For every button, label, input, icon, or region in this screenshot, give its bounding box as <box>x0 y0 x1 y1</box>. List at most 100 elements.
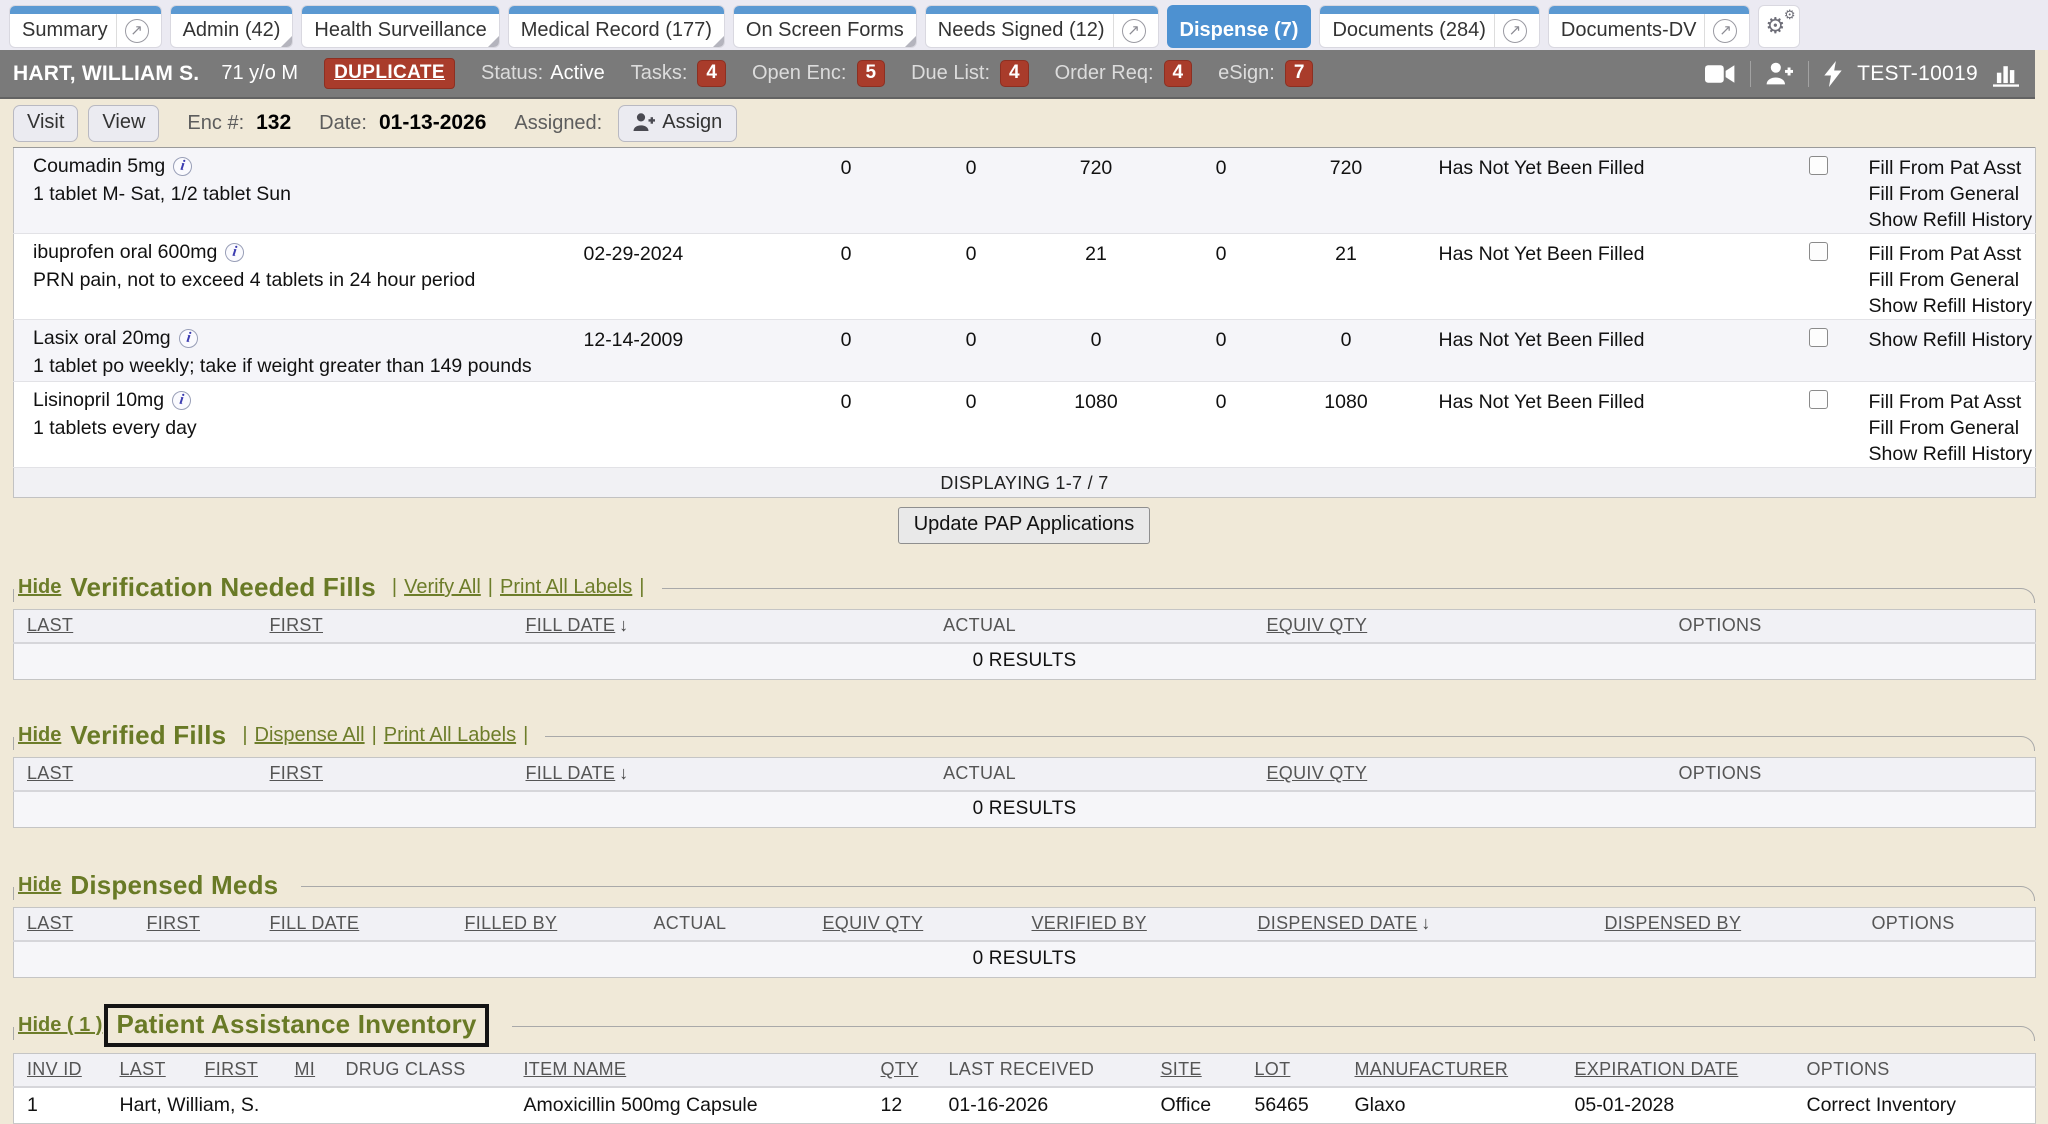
tab-admin[interactable]: Admin (42) <box>171 6 293 47</box>
assign-button[interactable]: Assign <box>618 105 737 142</box>
print-all-labels-link[interactable]: Print All Labels <box>500 576 632 599</box>
col-verified-by[interactable]: VERIFIED BY <box>1032 908 1258 941</box>
tab-medical-record[interactable]: Medical Record (177) <box>509 6 724 47</box>
esign-count-badge[interactable]: 7 <box>1285 60 1314 87</box>
fill-from-general-link[interactable]: Fill From General <box>1869 415 2036 441</box>
col-fill-date[interactable]: FILL DATE↓ <box>513 610 830 643</box>
open-enc-count-badge[interactable]: 5 <box>857 60 886 87</box>
bar-chart-icon[interactable] <box>1993 61 2019 87</box>
med-select-checkbox[interactable] <box>1809 390 1828 409</box>
hide-dispensed-link[interactable]: Hide <box>18 874 61 897</box>
verify-all-link[interactable]: Verify All <box>404 576 481 599</box>
hide-inventory-link[interactable]: Hide ( 1 ) <box>18 1014 102 1037</box>
tab-health-surveillance[interactable]: Health Surveillance <box>302 6 498 47</box>
tab-settings-button[interactable]: ⚙⚙ <box>1759 6 1799 47</box>
fill-from-pat-asst-link[interactable]: Fill From Pat Asst <box>1869 389 2036 415</box>
col-site[interactable]: SITE <box>1148 1054 1242 1087</box>
assigned-label: Assigned: <box>514 112 602 135</box>
col-lot[interactable]: LOT <box>1242 1054 1342 1087</box>
dispense-all-link[interactable]: Dispense All <box>255 724 365 747</box>
col-actual: ACTUAL <box>830 758 1130 791</box>
col-first[interactable]: FIRST <box>192 1054 282 1087</box>
col-manufacturer[interactable]: MANUFACTURER <box>1342 1054 1562 1087</box>
popout-icon[interactable]: ↗ <box>1122 19 1146 43</box>
drug-info-icon[interactable]: i <box>171 390 192 411</box>
popout-icon[interactable]: ↗ <box>125 19 149 43</box>
show-refill-history-link[interactable]: Show Refill History <box>1869 441 2036 467</box>
fill-from-general-link[interactable]: Fill From General <box>1869 181 2036 207</box>
drug-info-icon[interactable]: i <box>224 242 245 263</box>
col-item-name[interactable]: ITEM NAME <box>511 1054 868 1087</box>
med-select-checkbox[interactable] <box>1809 156 1828 175</box>
results-text: 0 RESULTS <box>14 791 2036 828</box>
popout-icon[interactable]: ↗ <box>1503 19 1527 43</box>
video-camera-icon[interactable] <box>1705 64 1735 84</box>
col-last[interactable]: LAST <box>107 1054 192 1087</box>
col-qty[interactable]: QTY <box>868 1054 936 1087</box>
enc-number-label: Enc #: <box>187 112 244 135</box>
col-dispensed-by[interactable]: DISPENSED BY <box>1605 908 1872 941</box>
tab-needs-signed[interactable]: Needs Signed (12)↗ <box>926 6 1158 47</box>
visit-button[interactable]: Visit <box>13 105 78 142</box>
fill-from-pat-asst-link[interactable]: Fill From Pat Asst <box>1869 155 2036 181</box>
print-all-labels-link[interactable]: Print All Labels <box>384 724 516 747</box>
col-last[interactable]: LAST <box>14 758 257 791</box>
col-filled-by[interactable]: FILLED BY <box>452 908 641 941</box>
col-equiv-qty[interactable]: EQUIV QTY <box>823 908 1032 941</box>
inv-lot: 56465 <box>1242 1087 1342 1124</box>
col-dispensed-date[interactable]: DISPENSED DATE↓ <box>1258 908 1605 941</box>
tab-documents[interactable]: Documents (284)↗ <box>1320 6 1538 47</box>
show-refill-history-link[interactable]: Show Refill History <box>1869 327 2036 353</box>
col-expiration-date[interactable]: EXPIRATION DATE <box>1562 1054 1794 1087</box>
sort-desc-icon: ↓ <box>619 615 628 636</box>
med-select-checkbox[interactable] <box>1809 242 1828 261</box>
tab-documents-dv[interactable]: Documents-DV↗ <box>1549 6 1750 47</box>
col-last[interactable]: LAST <box>14 610 257 643</box>
drug-name[interactable]: Coumadin 5mg <box>33 155 165 178</box>
drug-name[interactable]: ibuprofen oral 600mg <box>33 241 217 264</box>
tab-summary[interactable]: Summary↗ <box>10 6 161 47</box>
qty-col4: 0 <box>1159 148 1284 234</box>
col-fill-date[interactable]: FILL DATE↓ <box>513 758 830 791</box>
tasks-count-badge[interactable]: 4 <box>697 60 726 87</box>
hide-verified-link[interactable]: Hide <box>18 724 61 747</box>
tab-on-screen-forms[interactable]: On Screen Forms <box>734 6 916 47</box>
col-first[interactable]: FIRST <box>257 610 513 643</box>
show-refill-history-link[interactable]: Show Refill History <box>1869 207 2036 233</box>
col-inv-id[interactable]: INV ID <box>14 1054 107 1087</box>
fill-date: 12-14-2009 <box>564 320 784 382</box>
due-list-count-badge[interactable]: 4 <box>1000 60 1029 87</box>
inv-qty: 12 <box>868 1087 936 1124</box>
fill-from-general-link[interactable]: Fill From General <box>1869 267 2036 293</box>
col-last[interactable]: LAST <box>14 908 134 941</box>
tab-dispense[interactable]: Dispense (7) <box>1168 6 1311 47</box>
drug-name[interactable]: Lasix oral 20mg <box>33 327 171 350</box>
col-fill-date[interactable]: FILL DATE <box>257 908 452 941</box>
patient-assistance-inventory-table: INV ID LAST FIRST MI DRUG CLASS ITEM NAM… <box>13 1053 2036 1124</box>
correct-inventory-link[interactable]: Correct Inventory <box>1807 1094 1957 1116</box>
col-mi[interactable]: MI <box>282 1054 333 1087</box>
update-pap-applications-button[interactable]: Update PAP Applications <box>898 507 1151 544</box>
drug-name[interactable]: Lisinopril 10mg <box>33 389 164 412</box>
fill-from-pat-asst-link[interactable]: Fill From Pat Asst <box>1869 241 2036 267</box>
col-equiv-qty[interactable]: EQUIV QTY <box>1130 758 1567 791</box>
med-select-checkbox[interactable] <box>1809 328 1828 347</box>
col-equiv-qty[interactable]: EQUIV QTY <box>1130 610 1567 643</box>
add-person-icon[interactable] <box>1766 62 1793 86</box>
show-refill-history-link[interactable]: Show Refill History <box>1869 293 2036 319</box>
drug-info-icon[interactable]: i <box>177 328 198 349</box>
inv-manufacturer: Glaxo <box>1342 1087 1562 1124</box>
gear-icon: ⚙ <box>1784 7 1796 23</box>
popout-icon[interactable]: ↗ <box>1713 19 1737 43</box>
tab-label: Dispense (7) <box>1180 19 1299 42</box>
col-first[interactable]: FIRST <box>257 758 513 791</box>
duplicate-badge[interactable]: DUPLICATE <box>324 58 455 89</box>
inventory-row: 1 Hart, William, S. Amoxicillin 500mg Ca… <box>14 1087 2036 1124</box>
drug-info-icon[interactable]: i <box>172 156 193 177</box>
col-first[interactable]: FIRST <box>134 908 257 941</box>
view-button[interactable]: View <box>88 105 159 142</box>
order-req-count-badge[interactable]: 4 <box>1164 60 1193 87</box>
lightning-bolt-icon[interactable] <box>1824 61 1842 87</box>
inv-last-received: 01-16-2026 <box>936 1087 1148 1124</box>
hide-verification-link[interactable]: Hide <box>18 576 61 599</box>
